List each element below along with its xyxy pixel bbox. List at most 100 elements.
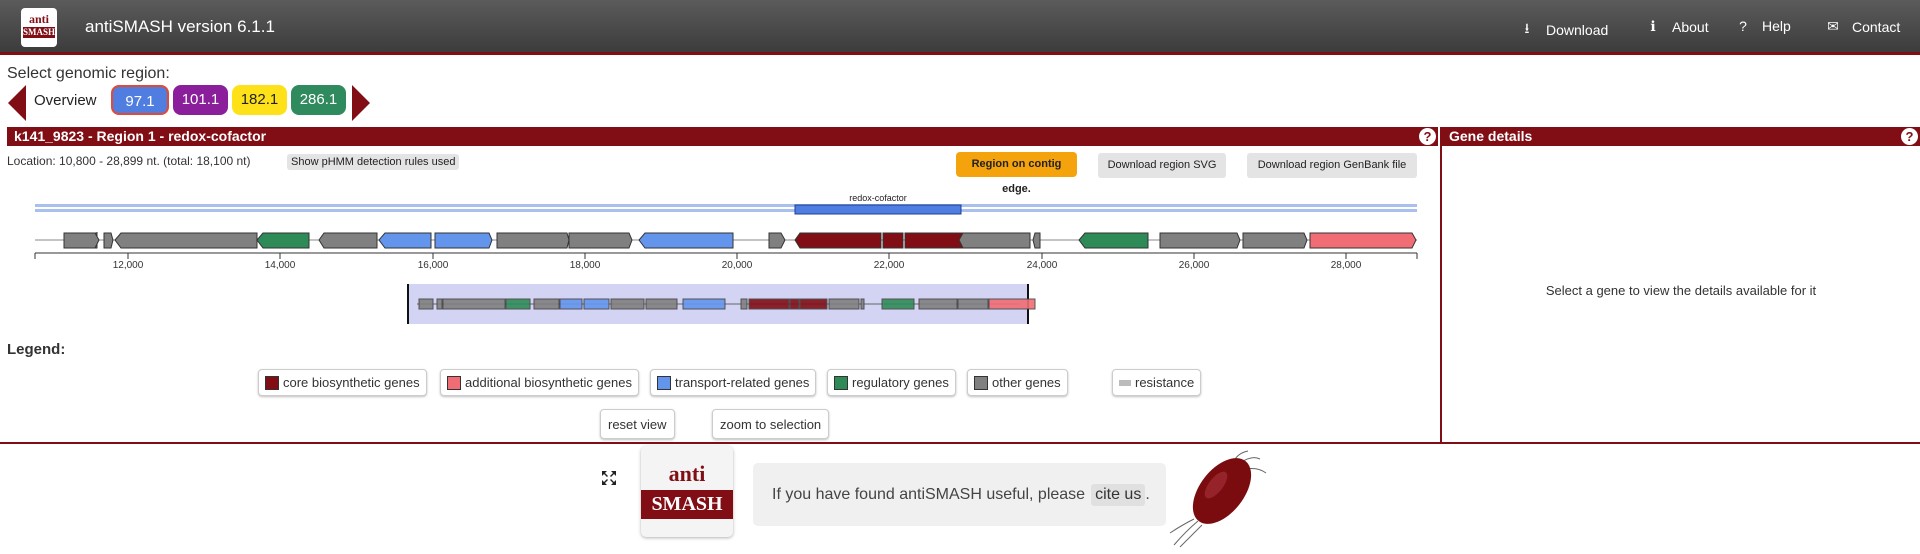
gene-arrow[interactable]: [768, 232, 786, 249]
region-button-97-1[interactable]: 97.1: [111, 85, 169, 115]
region-button-182-1[interactable]: 182.1: [232, 85, 287, 115]
gene-arrow[interactable]: [103, 232, 114, 249]
gene-arrow[interactable]: [378, 232, 432, 249]
help-icon[interactable]: ?: [1419, 128, 1436, 145]
previous-region-arrow-icon[interactable]: [8, 85, 26, 121]
minimap-gene: [740, 298, 748, 310]
gene-arrow[interactable]: [318, 232, 378, 249]
gene-arrow[interactable]: [1242, 232, 1308, 249]
axis-tick-label: 20,000: [722, 260, 753, 271]
gene-arrow[interactable]: [114, 232, 258, 249]
legend-additional-biosynthetic[interactable]: additional biosynthetic genes: [440, 369, 639, 396]
legend-swatch: [447, 375, 461, 390]
legend-resistance[interactable]: resistance: [1112, 369, 1202, 396]
minimap-gene: [610, 298, 645, 310]
next-region-arrow-icon[interactable]: [352, 85, 370, 121]
legend-swatch: [974, 375, 988, 390]
legend-swatch: [1119, 379, 1131, 386]
nav-about-label: About: [1672, 18, 1709, 35]
axis-tick-label: 16,000: [418, 260, 449, 271]
gene-arrow[interactable]: [882, 232, 904, 249]
nav-download[interactable]: ⭳ Download: [1520, 18, 1609, 42]
nav-download-label: Download: [1546, 22, 1609, 38]
gene-arrow[interactable]: [1032, 232, 1041, 249]
nav-help-label: Help: [1762, 18, 1791, 34]
axis-tick-label: 12,000: [113, 260, 144, 271]
gene-details-title: Gene details: [1449, 128, 1533, 144]
help-icon[interactable]: ?: [1901, 128, 1918, 145]
gene-details-placeholder: Select a gene to view the details availa…: [1545, 283, 1817, 298]
gene-arrow[interactable]: [794, 232, 882, 249]
antismash-logo[interactable]: anti SMASH: [21, 8, 57, 47]
overview-tab[interactable]: Overview: [34, 92, 97, 109]
region-title: k141_9823 - Region 1 - redox-cofactor: [14, 128, 267, 144]
minimap-gene: [828, 298, 860, 310]
antismash-footer-logo: anti SMASH: [641, 446, 733, 537]
gene-arrow[interactable]: [1159, 232, 1241, 249]
legend-label: additional biosynthetic genes: [465, 375, 632, 390]
gene-arrow[interactable]: [958, 232, 1031, 249]
zoom-selection-label: zoom to selection: [720, 416, 822, 432]
region-location: Location: 10,800 - 28,899 nt. (total: 18…: [7, 154, 251, 168]
footer-divider: [0, 442, 1920, 444]
legend-label: regulatory genes: [852, 375, 949, 390]
candidate-cluster-bar: [35, 204, 1417, 207]
legend-label: other genes: [992, 375, 1061, 390]
logo-text-anti: anti: [668, 461, 706, 486]
legend-other[interactable]: other genes: [967, 369, 1068, 396]
minimap-gene: [918, 298, 958, 310]
expand-icon: [602, 471, 616, 485]
region-gene-map[interactable]: redox-cofactor 12,000 14,000 16,000 18,0…: [7, 187, 1427, 337]
gene-details-panel: Gene details ? Select a gene to view the…: [1442, 127, 1920, 442]
gene-arrow[interactable]: [496, 232, 570, 249]
minimap-gene: [799, 298, 828, 310]
region-button-286-1[interactable]: 286.1: [291, 85, 346, 115]
show-rules-button[interactable]: Show pHMM detection rules used: [287, 154, 460, 170]
region-button-101-1[interactable]: 101.1: [173, 85, 228, 115]
gene-arrow[interactable]: [638, 232, 734, 249]
legend-label: transport-related genes: [675, 375, 810, 390]
minimap-gene: [505, 298, 531, 310]
minimap-gene: [533, 298, 560, 310]
axis-ticks: [34, 253, 1418, 259]
reset-view-button[interactable]: reset view: [600, 409, 675, 485]
cite-us-link[interactable]: cite us: [1091, 483, 1146, 506]
gene-arrow[interactable]: [568, 232, 633, 249]
legend-swatch: [834, 375, 848, 390]
protocluster-bar[interactable]: [794, 204, 962, 215]
gene-arrow[interactable]: [63, 232, 100, 249]
axis-tick-label: 26,000: [1179, 260, 1210, 271]
envelope-icon: ✉: [1827, 18, 1839, 34]
minimap-gene: [559, 298, 583, 310]
gene-arrow[interactable]: [434, 232, 493, 249]
download-svg-button[interactable]: Download region SVG: [1098, 153, 1226, 178]
legend-swatch: [657, 375, 671, 390]
logo-text-anti: anti: [28, 12, 49, 26]
gene-details-header: Gene details ?: [1442, 127, 1920, 146]
gene-arrow[interactable]: [256, 232, 310, 249]
minimap-gene: [583, 298, 610, 310]
legend-regulatory[interactable]: regulatory genes: [827, 369, 956, 396]
legend-transport-related[interactable]: transport-related genes: [650, 369, 817, 396]
minimap-gene: [436, 298, 443, 310]
nav-help[interactable]: ? Help: [1736, 18, 1791, 34]
app-title: antiSMASH version 6.1.1: [85, 17, 275, 36]
region-panel: k141_9823 - Region 1 - redox-cofactor ? …: [7, 127, 1438, 488]
download-icon: ⭳: [1524, 20, 1530, 36]
axis-tick-label: 24,000: [1027, 260, 1058, 271]
minimap-gene: [418, 298, 434, 310]
gene-arrow[interactable]: [1309, 232, 1417, 249]
citation-end: .: [1145, 485, 1150, 503]
nav-contact[interactable]: ✉ Contact: [1826, 18, 1900, 35]
nav-contact-label: Contact: [1852, 18, 1901, 35]
protocluster-label: redox-cofactor: [849, 193, 907, 203]
legend-core-biosynthetic[interactable]: core biosynthetic genes: [258, 369, 427, 396]
gene-arrow[interactable]: [1078, 232, 1149, 249]
gene-arrow[interactable]: [904, 232, 964, 249]
citation-text: If you have found antiSMASH useful, plea…: [772, 485, 1086, 503]
download-genbank-button[interactable]: Download region GenBank file: [1247, 153, 1417, 178]
zoom-to-selection-button[interactable]: zoom to selection: [712, 409, 830, 488]
nav-about[interactable]: ℹ About: [1646, 18, 1709, 35]
legend-swatch: [265, 375, 279, 390]
minimap-gene: [748, 298, 790, 310]
